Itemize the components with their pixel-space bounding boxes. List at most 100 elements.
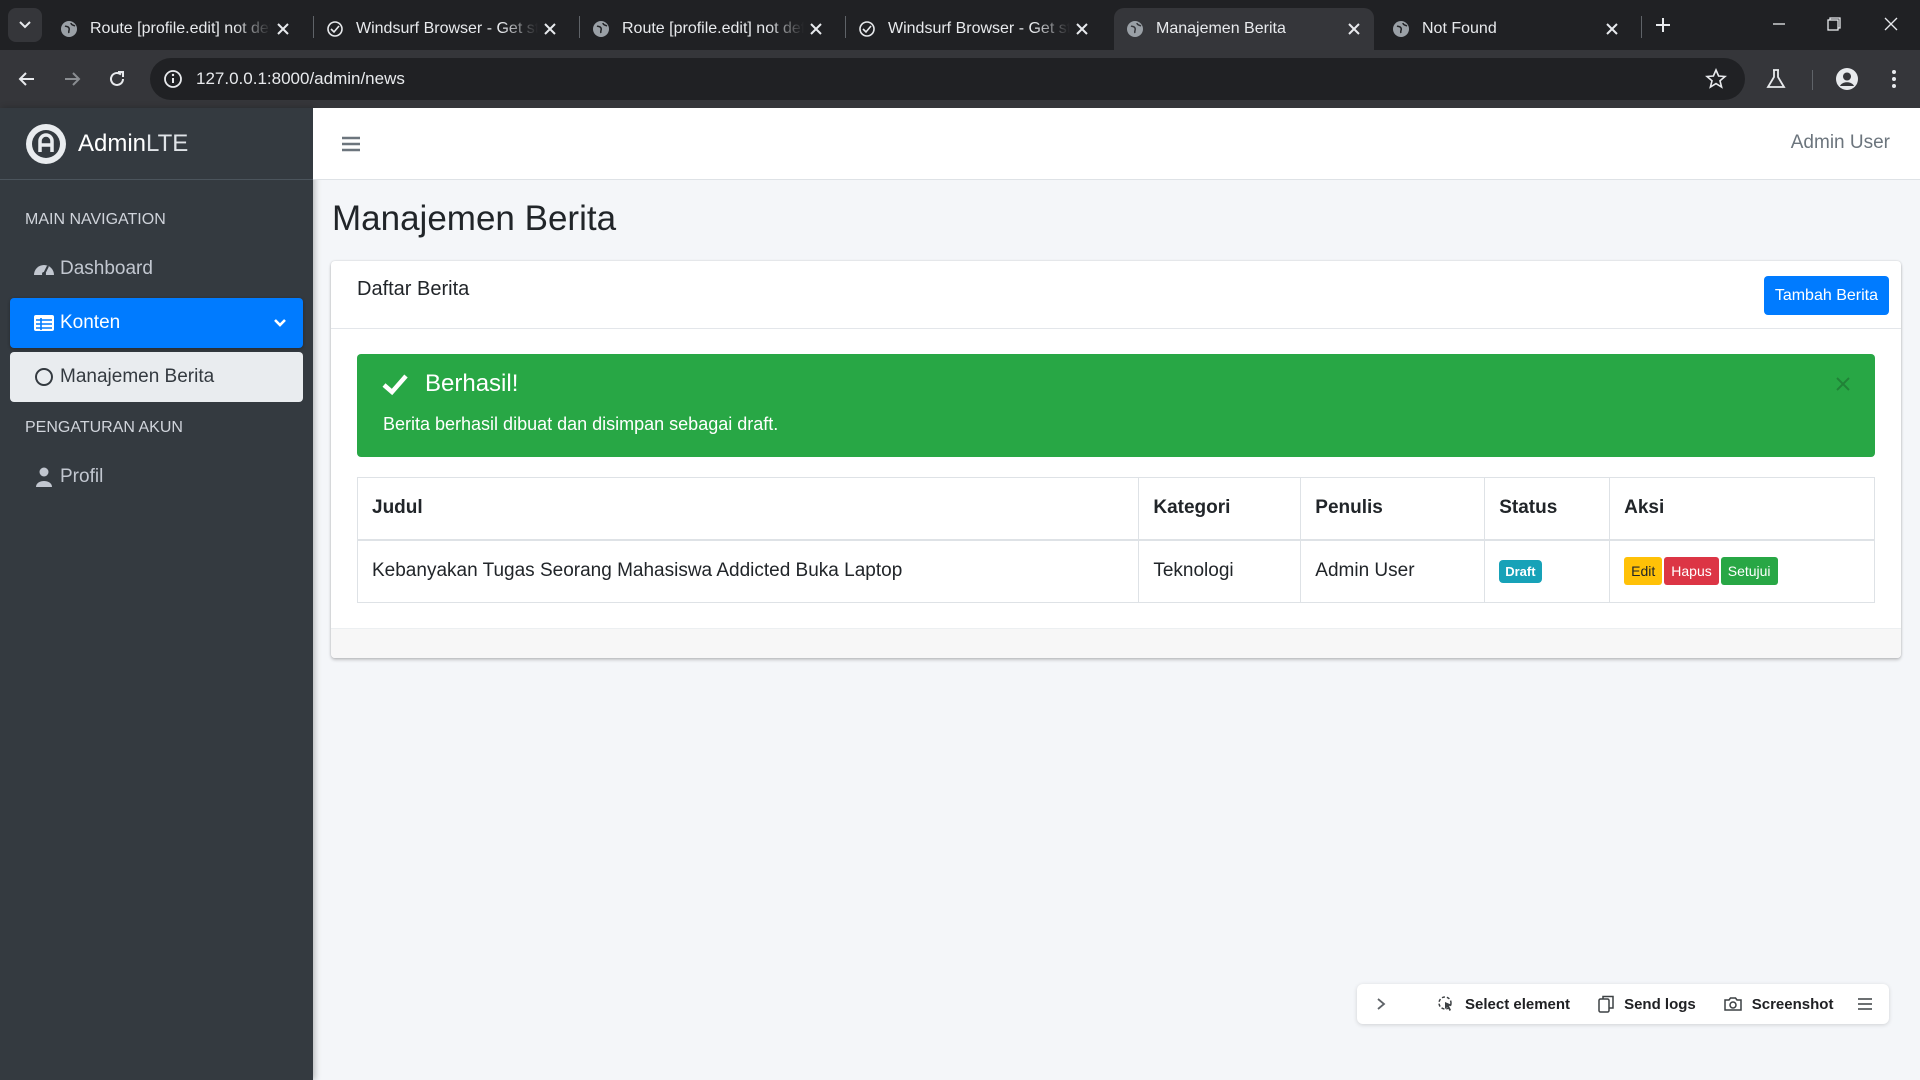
hamburger-menu-icon[interactable] [339,132,363,156]
globe-icon [61,21,77,37]
close-window-button[interactable] [1862,0,1920,48]
new-tab-button[interactable] [1650,12,1676,38]
minimize-icon [1773,23,1785,25]
close-icon[interactable] [271,17,295,41]
send-logs-label: Send logs [1624,995,1696,1013]
close-icon[interactable] [1833,374,1853,394]
close-icon [1884,17,1898,31]
pointer-select-icon [1438,996,1452,1011]
sidebar-item-label: Profil [60,466,104,487]
tab-title: Manajemen Berita [1156,20,1286,37]
toolbar-separator [1812,70,1813,90]
browser-menu-button[interactable] [1880,65,1908,93]
success-alert: Berhasil! Berita berhasil dibuat dan dis… [357,354,1875,457]
minimize-button[interactable] [1750,0,1808,48]
devtools-menu-button[interactable] [1857,997,1883,1011]
profile-button[interactable] [1833,65,1861,93]
cell-penulis: Admin User [1300,539,1486,603]
bookmark-star-icon[interactable] [1705,68,1727,90]
user-icon [32,465,56,489]
alert-heading: Berhasil! [381,370,518,398]
select-element-button[interactable]: Select element [1437,995,1570,1013]
tachometer-icon [32,257,56,281]
send-logs-button[interactable]: Send logs [1598,995,1696,1013]
devtools-toolbar: Select element Send logs Screenshot [1357,984,1889,1024]
sidebar-item-konten[interactable]: Konten [10,298,303,348]
status-badge: Draft [1499,559,1542,583]
browser-tab-active[interactable]: Manajemen Berita [1114,8,1374,50]
screenshot-button[interactable]: Screenshot [1724,996,1833,1013]
chevron-down-icon [19,21,31,29]
sidebar-item-label: Manajemen Berita [60,366,215,387]
restore-button[interactable] [1805,0,1863,48]
circle-icon [32,365,56,389]
column-header-aksi: Aksi [1609,477,1875,541]
labs-button[interactable] [1762,65,1790,93]
cell-aksi: Edit Hapus Setujui [1609,539,1875,603]
close-icon[interactable] [1600,17,1624,41]
sidebar-item-dashboard[interactable]: Dashboard [10,244,303,294]
sidebar-item-profil[interactable]: Profil [10,452,303,502]
browser-tab[interactable]: Route [profile.edit] not defined [580,8,836,50]
restore-icon [1827,17,1841,31]
tab-title: Windsurf Browser - Get started [888,20,1070,37]
adminlte-logo-icon [26,123,66,164]
cell-status: Draft [1484,539,1611,603]
close-icon[interactable] [804,17,828,41]
kebab-menu-icon [1892,70,1896,88]
globe-icon [593,21,609,37]
column-header-kategori: Kategori [1138,477,1302,541]
tab-separator [1641,16,1642,38]
add-news-button[interactable]: Tambah Berita [1763,276,1889,315]
edit-button[interactable]: Edit [1624,557,1663,586]
news-card: Daftar Berita Tambah Berita Berhasil! Be… [331,261,1901,658]
expand-button[interactable] [1375,997,1397,1011]
alert-title: Berhasil! [425,370,519,397]
chevron-down-icon [274,319,286,327]
close-icon[interactable] [538,17,562,41]
reload-icon [110,71,124,86]
table-list-icon [32,311,56,335]
info-icon[interactable] [162,68,184,90]
select-element-label: Select element [1465,995,1571,1013]
back-button[interactable] [10,62,44,96]
address-bar[interactable]: 127.0.0.1:8000/admin/news [150,58,1745,100]
card-title: Daftar Berita [357,278,470,300]
check-icon [382,374,408,396]
column-header-penulis: Penulis [1300,477,1486,541]
arrow-right-icon [65,72,81,86]
user-menu[interactable]: Admin User [1791,132,1890,154]
brand-text: AdminLTE [78,129,189,157]
tab-title: Route [profile.edit] not defined [90,20,271,37]
url-text[interactable]: 127.0.0.1:8000/admin/news [196,69,405,89]
browser-tab[interactable]: Route [profile.edit] not defined [48,8,303,50]
table-header-row: Judul Kategori Penulis Status Aksi [356,477,1875,541]
brand-link[interactable]: AdminLTE [0,108,313,180]
column-header-status: Status [1484,477,1611,541]
tab-search-button[interactable] [8,8,42,42]
copy-logs-icon [1598,995,1614,1013]
chevron-right-icon [1377,998,1386,1010]
nav-header-account: PENGATURAN AKUN [25,419,183,436]
browser-tab[interactable]: Windsurf Browser - Get started [314,8,570,50]
tab-title: Windsurf Browser - Get started [356,20,538,37]
browser-tab[interactable]: Not Found [1380,8,1632,50]
card-footer [331,628,1901,658]
forward-button[interactable] [55,62,89,96]
main-header: Admin User [313,108,1920,180]
approve-button[interactable]: Setujui [1720,557,1778,586]
plus-icon [1656,18,1670,32]
table-row: Kebanyakan Tugas Seorang Mahasiswa Addic… [356,539,1875,603]
reload-button[interactable] [100,62,134,96]
close-icon[interactable] [1342,17,1366,41]
close-icon[interactable] [1070,17,1094,41]
browser-tab[interactable]: Windsurf Browser - Get started [846,8,1102,50]
camera-icon [1724,997,1742,1011]
sidebar-item-manajemen-berita[interactable]: Manajemen Berita [10,352,303,402]
delete-button[interactable]: Hapus [1664,557,1719,586]
globe-icon [1127,21,1143,37]
globe-icon [1393,21,1409,37]
sidebar: AdminLTE MAIN NAVIGATION Dashboard Konte… [0,108,313,1080]
alert-message: Berita berhasil dibuat dan disimpan seba… [383,414,779,434]
browser-toolbar: 127.0.0.1:8000/admin/news [0,50,1920,108]
